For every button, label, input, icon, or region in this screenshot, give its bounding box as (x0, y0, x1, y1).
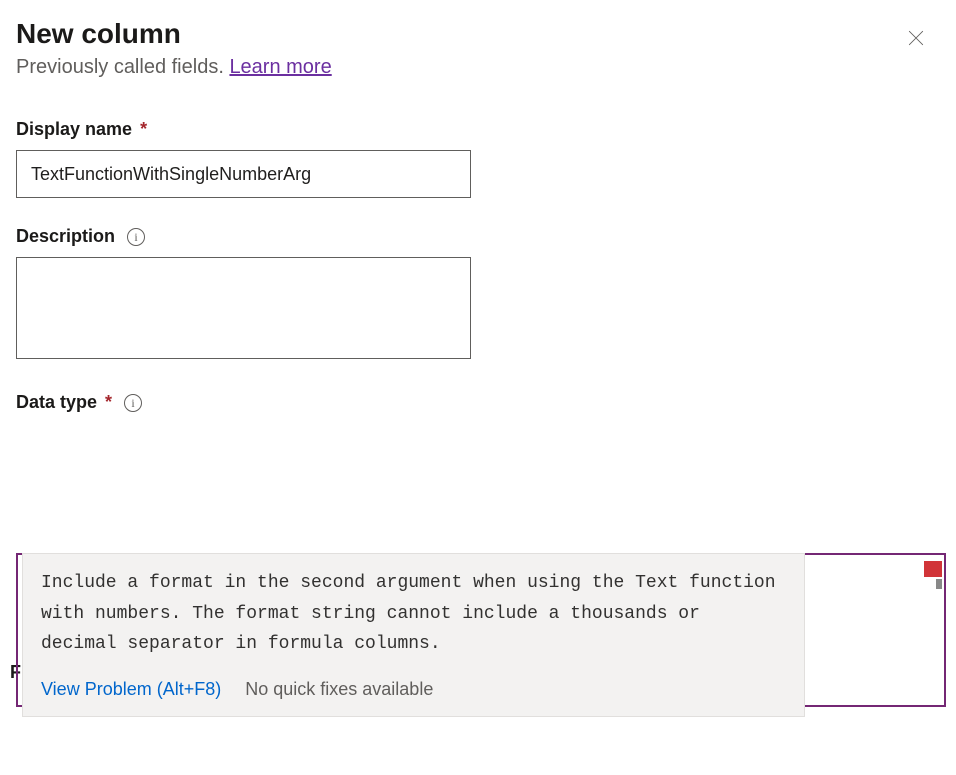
view-problem-link[interactable]: View Problem (Alt+F8) (41, 674, 221, 705)
error-tooltip: Include a format in the second argument … (22, 553, 805, 717)
scrollbar-thumb[interactable] (936, 579, 942, 589)
description-input[interactable] (16, 257, 471, 359)
required-indicator: * (105, 392, 112, 413)
learn-more-link[interactable]: Learn more (229, 56, 331, 78)
data-type-label: Data type * i (16, 392, 940, 413)
required-indicator: * (140, 119, 147, 140)
tooltip-container: F Include a format in the second argumen… (16, 553, 940, 707)
panel-subtitle: Previously called fields. Learn more (16, 56, 332, 79)
description-label-text: Description (16, 226, 115, 247)
no-quick-fixes-text: No quick fixes available (245, 674, 433, 705)
display-name-label: Display name * (16, 119, 940, 140)
data-type-group: Data type * i (16, 392, 940, 413)
close-button[interactable] (900, 22, 932, 54)
info-icon[interactable]: i (127, 228, 145, 246)
data-type-label-text: Data type (16, 392, 97, 413)
tooltip-message: Include a format in the second argument … (41, 568, 786, 660)
tooltip-actions: View Problem (Alt+F8) No quick fixes ava… (41, 674, 786, 705)
description-label: Description i (16, 226, 940, 247)
info-icon[interactable]: i (124, 394, 142, 412)
display-name-group: Display name * (16, 119, 940, 198)
description-group: Description i (16, 226, 940, 364)
panel-title: New column (16, 18, 332, 50)
error-marker (924, 561, 942, 577)
subtitle-text: Previously called fields. (16, 56, 229, 78)
display-name-label-text: Display name (16, 119, 132, 140)
close-icon (906, 28, 926, 48)
display-name-input[interactable] (16, 150, 471, 198)
